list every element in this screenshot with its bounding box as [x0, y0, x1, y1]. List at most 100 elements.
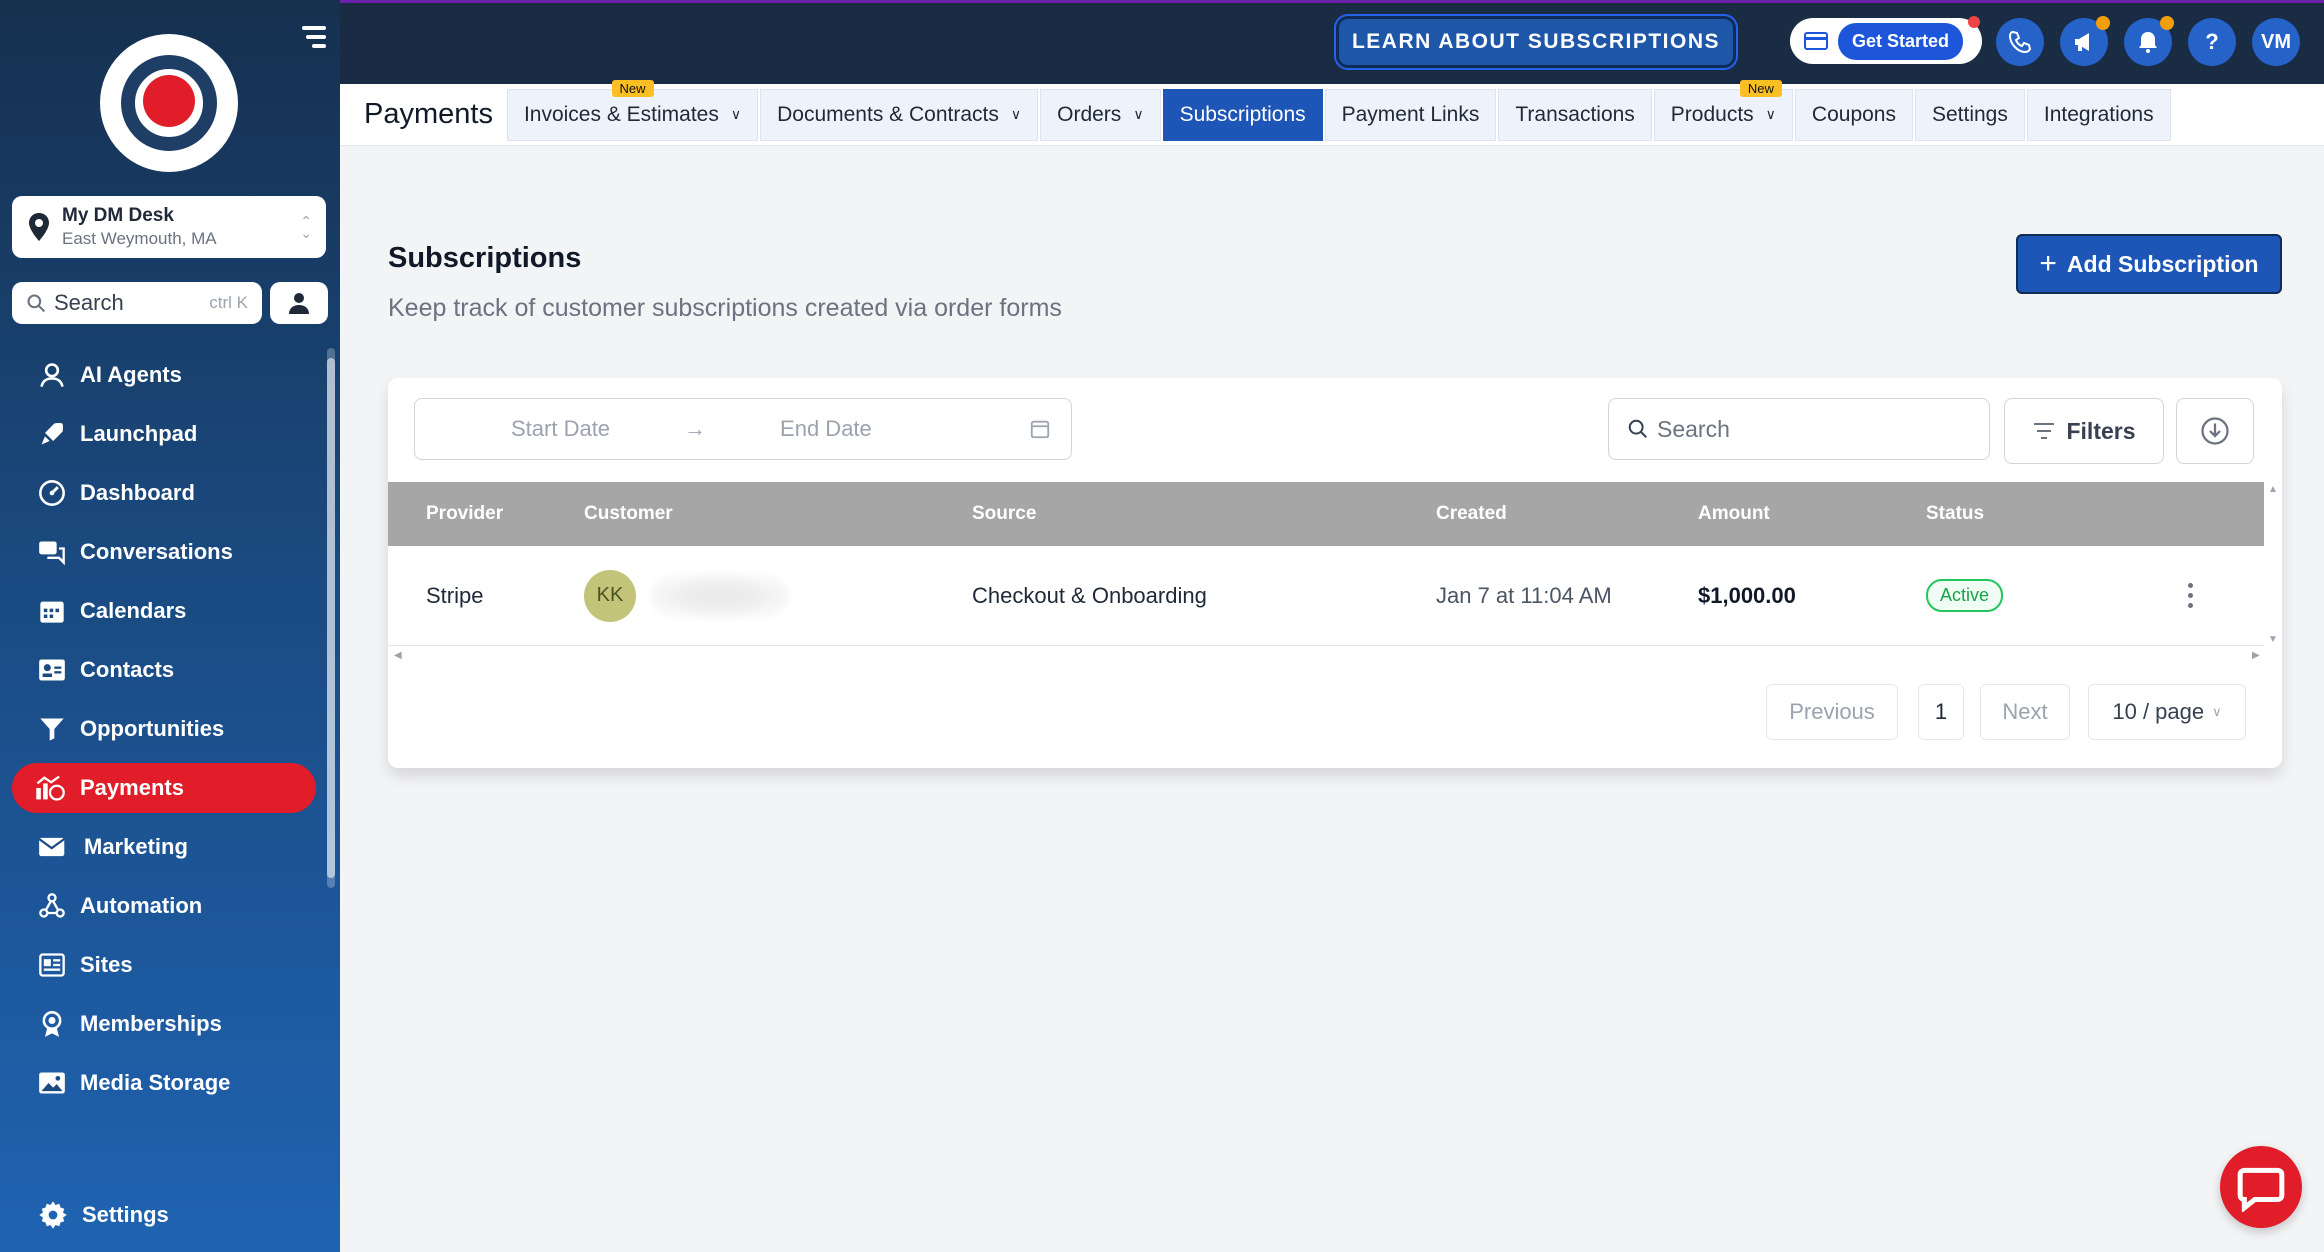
sidebar-item-sites[interactable]: Sites	[12, 940, 316, 990]
arrow-right-icon: →	[684, 416, 707, 441]
status-badge: Active	[1926, 579, 2004, 612]
payments-tabs-bar: Payments New Invoices & Estimates ∨ Docum…	[340, 79, 2324, 146]
sidebar-item-ai-agents[interactable]: AI Agents	[12, 350, 316, 400]
app-logo[interactable]	[100, 34, 238, 172]
calendar-icon	[1030, 420, 1050, 439]
tab-subscriptions[interactable]: Subscriptions	[1162, 88, 1323, 141]
sidebar-item-payments[interactable]: Payments	[12, 763, 316, 813]
date-range-picker[interactable]: Start Date → End Date	[414, 398, 1072, 460]
sidebar: My DM Desk East Weymouth, MA ⌃ ⌄ Search c…	[0, 0, 340, 1252]
menu-collapse-icon[interactable]	[298, 26, 326, 54]
cell-status: Active	[1926, 546, 2004, 645]
tab-invoices-estimates[interactable]: New Invoices & Estimates ∨	[506, 79, 759, 141]
image-icon	[39, 1072, 65, 1094]
previous-page-button[interactable]: Previous	[1766, 684, 1898, 740]
automation-icon	[39, 893, 65, 918]
scroll-down-arrow-icon[interactable]: ▼	[2268, 634, 2278, 645]
sidebar-search[interactable]: Search ctrl K	[12, 282, 262, 324]
search-icon	[27, 294, 46, 313]
sidebar-item-calendars[interactable]: Calendars	[12, 586, 316, 636]
chat-widget-button[interactable]	[2220, 1146, 2302, 1228]
sidebar-item-conversations[interactable]: Conversations	[12, 527, 316, 577]
next-page-button[interactable]: Next	[1980, 684, 2070, 740]
sidebar-item-media-storage[interactable]: Media Storage	[12, 1058, 316, 1108]
column-header-provider[interactable]: Provider	[426, 482, 503, 546]
location-address: East Weymouth, MA	[62, 229, 217, 248]
sidebar-scrollbar[interactable]	[327, 348, 335, 888]
section-title: Subscriptions	[388, 242, 582, 274]
sidebar-item-launchpad[interactable]: Launchpad	[12, 409, 316, 459]
scroll-left-arrow-icon[interactable]: ◀	[394, 650, 402, 661]
sidebar-item-opportunities[interactable]: Opportunities	[12, 704, 316, 754]
chat-bubble-icon	[2237, 1167, 2285, 1212]
column-header-status[interactable]: Status	[1926, 482, 1984, 546]
scroll-up-arrow-icon[interactable]: ▲	[2268, 484, 2278, 495]
column-header-customer[interactable]: Customer	[584, 482, 673, 546]
sidebar-search-label: Search	[54, 290, 124, 315]
table-header: Provider Customer Source Created Amount …	[388, 482, 2264, 546]
chevron-down-icon: ∨	[2212, 704, 2222, 719]
cell-source: Checkout & Onboarding	[972, 582, 1207, 608]
location-switcher[interactable]: My DM Desk East Weymouth, MA ⌃ ⌄	[12, 196, 326, 258]
page-title: Payments	[364, 98, 493, 130]
bell-icon	[2139, 32, 2157, 53]
user-profile-button[interactable]	[270, 282, 328, 324]
customer-name-redacted	[650, 573, 790, 618]
notifications-badge	[2160, 16, 2174, 30]
announcements-button[interactable]	[2060, 16, 2110, 66]
cell-customer: KK	[584, 546, 790, 645]
user-avatar-button[interactable]: VM	[2252, 18, 2300, 66]
get-started-button[interactable]: Get Started	[1790, 16, 1982, 64]
sites-icon	[39, 953, 65, 977]
scroll-right-arrow-icon[interactable]: ▶	[2252, 650, 2260, 661]
customer-avatar: KK	[584, 569, 636, 622]
start-date-input[interactable]: Start Date	[511, 416, 610, 442]
table-row[interactable]: Stripe KK Checkout & Onboarding Jan 7 at…	[388, 546, 2264, 646]
end-date-input[interactable]: End Date	[780, 416, 872, 442]
sidebar-item-automation[interactable]: Automation	[12, 881, 316, 931]
funnel-icon	[40, 718, 64, 741]
notification-dot	[1968, 16, 1980, 28]
tab-payment-links[interactable]: Payment Links	[1324, 88, 1497, 141]
search-shortcut: ctrl K	[209, 293, 248, 312]
column-header-amount[interactable]: Amount	[1698, 482, 1770, 546]
announcements-badge	[2096, 16, 2110, 30]
tab-settings[interactable]: Settings	[1914, 88, 2025, 141]
filters-button[interactable]: Filters	[2004, 398, 2164, 464]
help-button[interactable]: ?	[2188, 18, 2236, 66]
add-subscription-button[interactable]: + Add Subscription	[2016, 234, 2282, 294]
tab-transactions[interactable]: Transactions	[1498, 88, 1652, 141]
tab-products[interactable]: New Products ∨	[1653, 79, 1793, 141]
tab-coupons[interactable]: Coupons	[1794, 88, 1913, 141]
card-icon	[1804, 32, 1828, 50]
tab-orders[interactable]: Orders ∨	[1040, 88, 1161, 141]
learn-about-subscriptions-button[interactable]: LEARN ABOUT SUBSCRIPTIONS	[1336, 16, 1736, 68]
page-size-select[interactable]: 10 / page ∨	[2088, 684, 2246, 740]
chevron-down-icon: ∨	[1765, 106, 1776, 122]
get-started-label: Get Started	[1838, 22, 1964, 60]
page-number-button[interactable]: 1	[1918, 684, 1964, 740]
sidebar-item-contacts[interactable]: Contacts	[12, 645, 316, 695]
mail-icon	[38, 837, 65, 857]
award-icon	[42, 1011, 62, 1037]
row-actions-menu[interactable]	[2188, 546, 2194, 645]
sidebar-nav: AI Agents Launchpad Dashboard Conversati…	[12, 350, 316, 1117]
tab-integrations[interactable]: Integrations	[2026, 88, 2171, 141]
notifications-button[interactable]	[2124, 16, 2174, 66]
sidebar-item-dashboard[interactable]: Dashboard	[12, 468, 316, 518]
megaphone-icon	[2075, 33, 2089, 51]
subscriptions-search-input[interactable]: Search	[1608, 398, 1990, 460]
sidebar-item-marketing[interactable]: Marketing	[12, 822, 316, 872]
new-badge: New	[611, 79, 654, 97]
column-header-source[interactable]: Source	[972, 482, 1036, 546]
download-button[interactable]	[2176, 398, 2254, 464]
location-name: My DM Desk	[62, 205, 174, 226]
chevron-down-icon: ∨	[1010, 106, 1022, 122]
cell-amount: $1,000.00	[1698, 582, 1796, 608]
tab-documents-contracts[interactable]: Documents & Contracts ∨	[760, 88, 1039, 141]
sidebar-item-memberships[interactable]: Memberships	[12, 999, 316, 1049]
sidebar-item-settings[interactable]: Settings	[38, 1200, 169, 1230]
phone-icon	[2008, 30, 2032, 54]
phone-button[interactable]	[1996, 18, 2044, 66]
column-header-created[interactable]: Created	[1436, 482, 1507, 546]
